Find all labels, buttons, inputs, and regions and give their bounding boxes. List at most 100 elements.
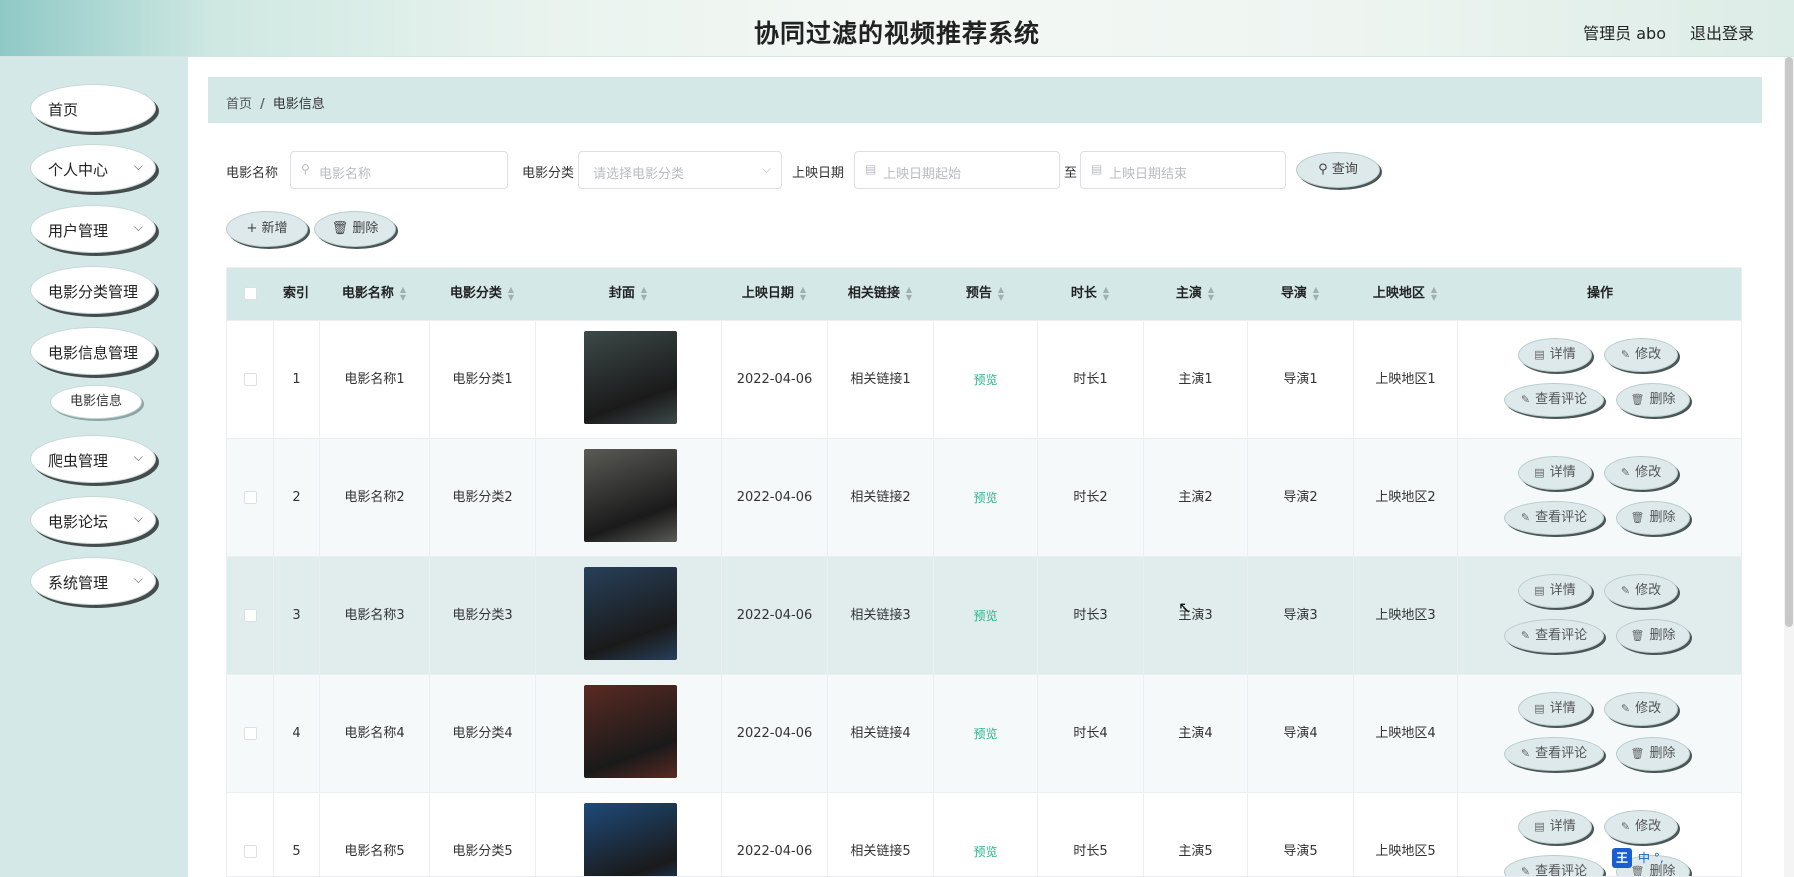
director-cell: 导演2 — [1247, 439, 1353, 557]
sort-icon[interactable]: ▲ ▼ — [998, 285, 1004, 302]
sort-icon[interactable]: ▲ ▼ — [1313, 285, 1319, 302]
sidebar-item-system-management[interactable]: 系统管理 ⌵ — [30, 557, 156, 605]
view-comments-button[interactable]: ✎ 查看评论 — [1504, 619, 1604, 653]
detail-button[interactable]: ▤ 详情 — [1518, 810, 1592, 844]
link-cell: 相关链接3 — [827, 557, 933, 675]
table-row: 3 电影名称3 电影分类3 2022-04-06 相关链接3 预览 时长3 主演3 导演3 上映地… — [227, 556, 1741, 675]
col-header-link[interactable]: 相关链接 ▲ ▼ — [827, 268, 933, 320]
col-header-actor[interactable]: 主演 ▲ ▼ — [1143, 268, 1247, 320]
col-header-cover[interactable]: 封面 ▲ ▼ — [535, 268, 721, 320]
delete-button[interactable]: 🗑 删除 — [1616, 619, 1690, 653]
sidebar-item-crawler-management[interactable]: 爬虫管理 ⌵ — [30, 435, 156, 483]
col-header-label: 操作 — [1586, 286, 1613, 301]
trailer-preview-link-text[interactable]: 预览 — [973, 845, 997, 859]
logout-link[interactable]: 退出登录 — [1690, 20, 1754, 44]
movie-poster-image — [584, 685, 677, 778]
delete-button[interactable]: 🗑 删除 — [1616, 383, 1690, 417]
view-comments-button[interactable]: ✎ 查看评论 — [1504, 737, 1604, 771]
row-checkbox[interactable] — [243, 727, 257, 740]
row-actions-cell: ▤ 详情 ✎ 修改 ✎ 查看评论 🗑 删除 — [1457, 675, 1741, 793]
sort-icon[interactable]: ▲ ▼ — [641, 285, 647, 302]
view-comments-button[interactable]: ✎ 查看评论 — [1504, 383, 1604, 417]
detail-button[interactable]: ▤ 详情 — [1518, 338, 1592, 372]
sidebar-item-personal-center[interactable]: 个人中心 ⌵ — [30, 144, 156, 192]
sort-icon[interactable]: ▲ ▼ — [800, 285, 806, 302]
col-header-category[interactable]: 电影分类 ▲ ▼ — [429, 268, 535, 320]
release-date-end-input[interactable]: ▤ 上映日期结束 — [1080, 151, 1286, 189]
row-actions-cell: ▤ 详情 ✎ 修改 ✎ 查看评论 🗑 删除 — [1457, 321, 1741, 439]
delete-button[interactable]: 🗑 删除 — [1616, 501, 1690, 535]
edit-button[interactable]: ✎ 修改 — [1604, 692, 1678, 726]
sidebar-item-movie-category-management[interactable]: 电影分类管理 — [30, 266, 156, 314]
row-checkbox[interactable] — [243, 373, 257, 386]
view-comments-button[interactable]: ✎ 查看评论 — [1504, 855, 1604, 877]
movie-name-cell-text: 电影名称1 — [344, 372, 405, 387]
sort-icon[interactable]: ▲ ▼ — [1103, 285, 1109, 302]
detail-button[interactable]: ▤ 详情 — [1518, 692, 1592, 726]
sort-icon[interactable]: ▲ ▼ — [400, 285, 406, 302]
release-date-cell-text: 2022-04-06 — [736, 490, 813, 505]
col-header-name[interactable]: 电影名称 ▲ ▼ — [319, 268, 429, 320]
edit-button[interactable]: ✎ 修改 — [1604, 574, 1678, 608]
sort-icon[interactable]: ▲ ▼ — [1208, 285, 1214, 302]
document-icon: ▤ — [1534, 348, 1545, 361]
movie-name-input[interactable]: ⚲ 电影名称 — [290, 151, 508, 189]
director-cell-text: 导演3 — [1283, 608, 1318, 623]
sort-icon[interactable]: ▲ ▼ — [508, 285, 514, 302]
col-header-region[interactable]: 上映地区 ▲ ▼ — [1353, 268, 1457, 320]
sidebar-item-movie-forum[interactable]: 电影论坛 ⌵ — [30, 496, 156, 544]
trailer-preview-link-text[interactable]: 预览 — [973, 491, 997, 505]
detail-button[interactable]: ▤ 详情 — [1518, 574, 1592, 608]
sidebar-item-label: 爬虫管理 — [48, 452, 109, 470]
view-comments-button-label: 查看评论 — [1535, 864, 1588, 877]
row-checkbox[interactable] — [243, 491, 257, 504]
detail-button[interactable]: ▤ 详情 — [1518, 456, 1592, 490]
edit-button-label: 修改 — [1635, 583, 1662, 598]
sidebar-item-home[interactable]: 首页 — [30, 84, 156, 132]
sidebar-item-movie-info-management[interactable]: 电影信息管理 — [30, 327, 156, 375]
document-icon: ▤ — [1534, 584, 1545, 597]
row-actions-cell: ▤ 详情 ✎ 修改 ✎ 查看评论 🗑 删除 — [1457, 439, 1741, 557]
trailer-preview-link-text[interactable]: 预览 — [973, 727, 997, 741]
add-button-label: 新增 — [261, 221, 288, 236]
edit-button[interactable]: ✎ 修改 — [1604, 810, 1678, 844]
sort-icon[interactable]: ▲ ▼ — [1431, 285, 1437, 302]
movie-category-select[interactable]: 请选择电影分类 ⌵ — [578, 151, 782, 189]
trailer-preview-link-text[interactable]: 预览 — [973, 609, 997, 623]
scrollbar-thumb[interactable] — [1785, 57, 1793, 627]
view-comments-button[interactable]: ✎ 查看评论 — [1504, 501, 1604, 535]
col-header-trailer[interactable]: 预告 ▲ ▼ — [933, 268, 1037, 320]
director-cell-text: 导演2 — [1283, 490, 1318, 505]
index-cell-text: 1 — [292, 372, 301, 387]
bulk-delete-button[interactable]: 🗑 删除 — [314, 211, 396, 247]
row-checkbox[interactable] — [243, 609, 257, 622]
link-cell-text: 相关链接2 — [850, 490, 911, 505]
query-button[interactable]: ⚲ 查询 — [1296, 152, 1380, 188]
edit-button[interactable]: ✎ 修改 — [1604, 338, 1678, 372]
edit-button-label: 修改 — [1635, 701, 1662, 716]
sidebar-subitem-movie-info[interactable]: 电影信息 — [50, 385, 142, 419]
delete-button[interactable]: 🗑 删除 — [1616, 737, 1690, 771]
trailer-preview-link-text[interactable]: 预览 — [973, 373, 997, 387]
movie-category-cell-text: 电影分类1 — [452, 372, 513, 387]
sidebar-item-user-management[interactable]: 用户管理 ⌵ — [30, 205, 156, 253]
region-cell-text: 上映地区3 — [1375, 608, 1436, 623]
row-checkbox[interactable] — [243, 845, 257, 858]
sort-icon[interactable]: ▲ ▼ — [906, 285, 912, 302]
breadcrumb-home[interactable]: 首页 — [226, 97, 252, 112]
select-all-checkbox[interactable] — [243, 287, 257, 300]
movie-name-cell: 电影名称1 — [319, 321, 429, 439]
release-date-start-input[interactable]: ▤ 上映日期起始 — [854, 151, 1060, 189]
col-header-release-date[interactable]: 上映日期 ▲ ▼ — [721, 268, 827, 320]
col-header-director[interactable]: 导演 ▲ ▼ — [1247, 268, 1353, 320]
actor-cell: 主演2 — [1143, 439, 1247, 557]
row-select-cell — [227, 675, 273, 793]
region-cell-text: 上映地区4 — [1375, 726, 1436, 741]
search-icon: ⚲ — [301, 162, 310, 176]
add-button[interactable]: + 新增 — [226, 211, 308, 247]
col-header-duration[interactable]: 时长 ▲ ▼ — [1037, 268, 1143, 320]
edit-button-label: 修改 — [1635, 819, 1662, 834]
page-scrollbar[interactable] — [1784, 57, 1794, 877]
col-header-label: 电影分类 — [449, 286, 502, 301]
edit-button[interactable]: ✎ 修改 — [1604, 456, 1678, 490]
